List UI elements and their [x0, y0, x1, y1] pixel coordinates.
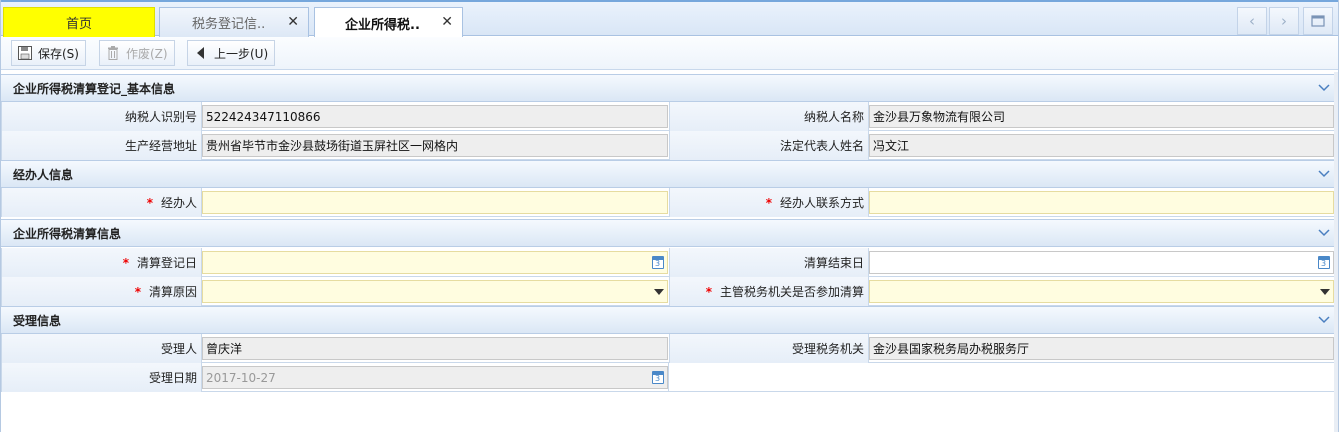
previous-step-button-label: 上一步(U) — [214, 46, 269, 61]
acceptance-date-field: 2017-10-27 — [202, 366, 668, 389]
taxpayer-name-field: 金沙县万象物流有限公司 — [869, 105, 1334, 128]
window-restore-icon[interactable] — [1303, 7, 1333, 35]
field-label: 纳税人名称 — [669, 102, 869, 131]
tab-tax-registration-label: 税务登记信.. — [192, 17, 266, 32]
calendar-icon — [652, 371, 664, 384]
section-title: 受理信息 — [13, 313, 62, 328]
trash-icon — [106, 46, 120, 60]
required-mark: * — [765, 195, 772, 210]
liquidation-end-date-input[interactable] — [869, 251, 1334, 274]
liquidation-reason-select[interactable] — [202, 280, 668, 303]
field-label: 受理税务机关 — [669, 334, 869, 363]
section-title: 企业所得税清算登记_基本信息 — [13, 81, 176, 96]
field-label: * 经办人 — [1, 188, 202, 217]
app-window: 首页 税务登记信.. ✕ 企业所得税.. ✕ ‹ › 保存(S) 作废(Z) 上… — [0, 0, 1339, 432]
field-label: 清算结束日 — [669, 248, 869, 277]
tab-enterprise-income-tax-label: 企业所得税.. — [345, 17, 420, 33]
window-icon — [1311, 15, 1325, 27]
section-header-agent-info[interactable]: 经办人信息 — [1, 160, 1338, 188]
void-button-label: 作废(Z) — [126, 46, 168, 61]
calendar-icon[interactable] — [652, 256, 664, 269]
required-mark: * — [134, 284, 141, 299]
form-row: 纳税人识别号 522424347110866 纳税人名称 金沙县万象物流有限公司 — [1, 102, 1338, 131]
taxpayer-id-field: 522424347110866 — [202, 105, 668, 128]
close-icon[interactable]: ✕ — [441, 14, 453, 30]
field-label: 受理日期 — [1, 363, 202, 392]
liquidation-registration-date-input[interactable] — [202, 251, 668, 274]
acceptor-field: 曾庆洋 — [202, 337, 668, 360]
calendar-icon[interactable] — [1318, 256, 1330, 269]
chevron-down-icon[interactable] — [1318, 313, 1330, 325]
save-icon — [18, 46, 32, 60]
chevron-right-icon[interactable]: › — [1269, 7, 1299, 35]
field-label: 受理人 — [1, 334, 202, 363]
arrow-left-icon — [194, 46, 208, 60]
chevron-down-icon[interactable] — [1318, 167, 1330, 179]
tab-bar: 首页 税务登记信.. ✕ 企业所得税.. ✕ ‹ › — [1, 0, 1338, 38]
required-mark: * — [705, 284, 712, 299]
toolbar: 保存(S) 作废(Z) 上一步(U) — [1, 37, 1338, 70]
field-label: * 经办人联系方式 — [669, 188, 869, 217]
previous-step-button[interactable]: 上一步(U) — [187, 40, 276, 66]
section-header-liquidation-info[interactable]: 企业所得税清算信息 — [1, 219, 1338, 247]
form-row: * 经办人 * 经办人联系方式 — [1, 188, 1338, 217]
tab-tax-registration[interactable]: 税务登记信.. ✕ — [159, 7, 309, 37]
agent-contact-input[interactable] — [869, 191, 1334, 214]
field-label: * 主管税务机关是否参加清算 — [669, 277, 869, 306]
section-header-basic-info[interactable]: 企业所得税清算登记_基本信息 — [1, 74, 1338, 102]
form-row: 生产经营地址 贵州省毕节市金沙县鼓场街道玉屏社区一网格内 法定代表人姓名 冯文江 — [1, 131, 1338, 160]
save-button[interactable]: 保存(S) — [11, 40, 86, 66]
address-field: 贵州省毕节市金沙县鼓场街道玉屏社区一网格内 — [202, 134, 668, 157]
form-row: *清算登记日 清算结束日 — [1, 248, 1338, 277]
tab-enterprise-income-tax[interactable]: 企业所得税.. ✕ — [314, 7, 463, 38]
section-header-acceptance-info[interactable]: 受理信息 — [1, 306, 1338, 334]
required-mark: * — [122, 255, 129, 270]
field-label: 法定代表人姓名 — [669, 131, 869, 160]
section-title: 企业所得税清算信息 — [13, 226, 122, 241]
form-row: * 清算原因 * 主管税务机关是否参加清算 — [1, 277, 1338, 306]
field-label: 生产经营地址 — [1, 131, 202, 160]
form-row: 受理人 曾庆洋 受理税务机关 金沙县国家税务局办税服务厅 — [1, 334, 1338, 363]
divider — [668, 363, 669, 392]
close-icon[interactable]: ✕ — [287, 14, 299, 30]
tab-home[interactable]: 首页 — [3, 7, 155, 37]
chevron-left-icon[interactable]: ‹ — [1237, 7, 1267, 35]
chevron-down-icon[interactable] — [1318, 226, 1330, 238]
tab-home-label: 首页 — [65, 17, 92, 32]
scrollbar[interactable] — [1334, 72, 1338, 432]
form-row: 受理日期 2017-10-27 — [1, 363, 1338, 392]
field-label: * 清算登记日 — [1, 248, 202, 277]
authority-participation-select[interactable] — [869, 280, 1334, 303]
field-label: 纳税人识别号 — [1, 102, 202, 131]
save-button-label: 保存(S) — [38, 46, 79, 61]
void-button[interactable]: 作废(Z) — [99, 40, 175, 66]
agent-input[interactable] — [202, 191, 668, 214]
field-label: * 清算原因 — [1, 277, 202, 306]
required-mark: * — [146, 195, 153, 210]
dropdown-arrow-icon[interactable] — [1320, 289, 1330, 295]
dropdown-arrow-icon[interactable] — [654, 289, 664, 295]
chevron-down-icon[interactable] — [1318, 81, 1330, 93]
acceptance-office-field: 金沙县国家税务局办税服务厅 — [869, 337, 1334, 360]
section-title: 经办人信息 — [13, 167, 74, 182]
legal-representative-field: 冯文江 — [869, 134, 1334, 157]
